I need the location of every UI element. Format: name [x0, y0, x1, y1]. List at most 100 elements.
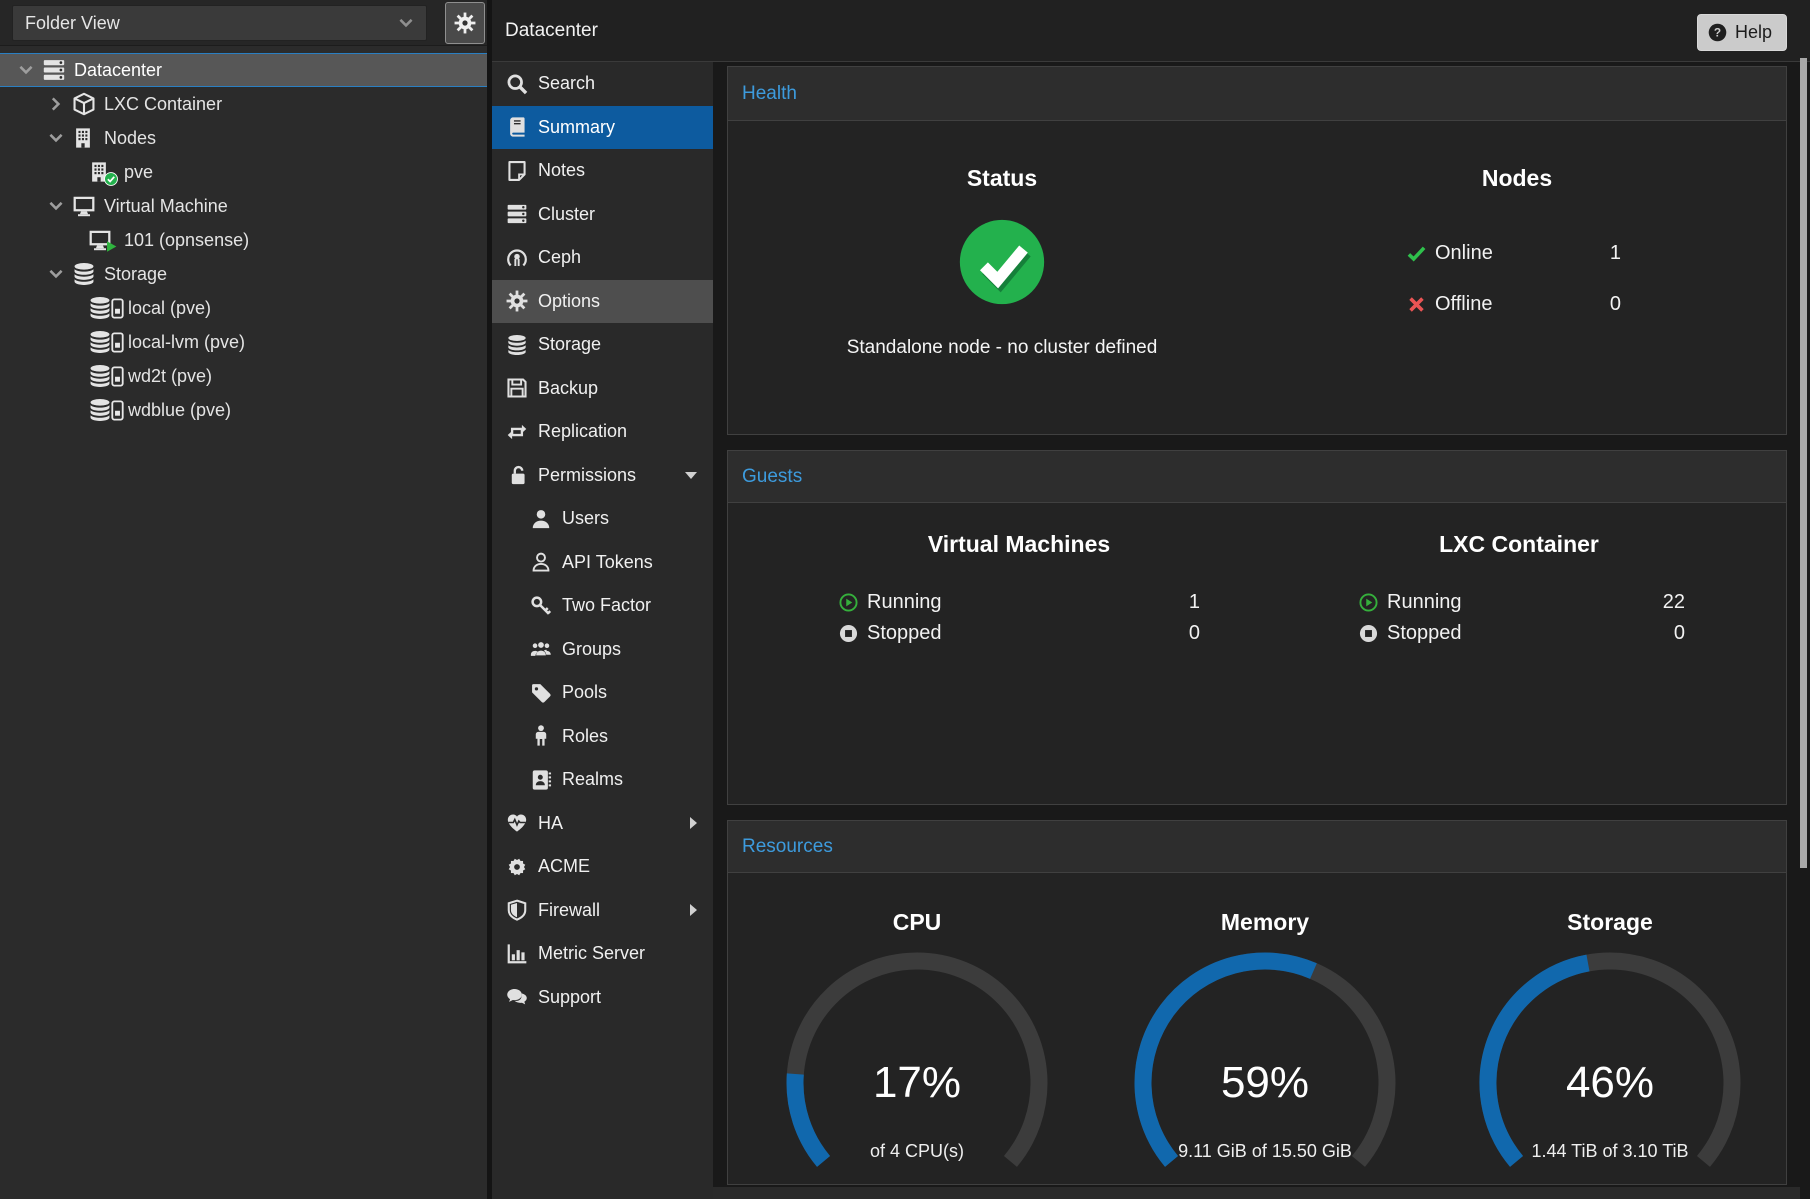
menu-item-label: Roles — [562, 726, 608, 747]
horizontal-scrollbar-track[interactable] — [713, 1187, 1800, 1199]
cpu-gauge-column: CPU 17% of 4 CPU(s) — [761, 873, 1073, 1184]
tree-item-label: Virtual Machine — [104, 196, 228, 217]
menu-item-realms[interactable]: Realms — [492, 758, 713, 802]
vm-stopped-row: Stopped 0 — [839, 620, 1200, 647]
drive-icon — [111, 332, 124, 353]
chevron-down-icon — [685, 472, 697, 479]
help-button-label: Help — [1735, 22, 1772, 43]
menu-item-label: Summary — [538, 117, 615, 138]
cpu-title: CPU — [761, 909, 1073, 935]
tree-item-label: local-lvm (pve) — [128, 332, 245, 353]
menu-item-options[interactable]: Options — [492, 280, 713, 324]
tree-item-storage-local[interactable]: local (pve) — [0, 291, 487, 325]
tree-item-label: wdblue (pve) — [128, 400, 231, 421]
tree-item-virtual-machine[interactable]: Virtual Machine — [0, 189, 487, 223]
tree-item-nodes[interactable]: Nodes — [0, 121, 487, 155]
menu-item-api-tokens[interactable]: API Tokens — [492, 541, 713, 585]
cpu-gauge: 17% of 4 CPU(s) — [767, 947, 1067, 1187]
menu-item-cluster[interactable]: Cluster — [492, 193, 713, 237]
menu-item-permissions[interactable]: Permissions — [492, 454, 713, 498]
chart-bar-icon — [506, 943, 528, 965]
tree-item-label: Storage — [104, 264, 167, 285]
storage-gauge-column: Storage 46% 1.44 TiB of 3.10 TiB — [1454, 873, 1766, 1184]
chevron-right-icon[interactable] — [48, 96, 64, 112]
cpu-percent: 17% — [767, 1055, 1067, 1111]
tree-item-storage-local-lvm[interactable]: local-lvm (pve) — [0, 325, 487, 359]
menu-item-support[interactable]: Support — [492, 976, 713, 1020]
menu-item-label: Groups — [562, 639, 621, 660]
chevron-down-icon[interactable] — [48, 266, 64, 282]
menu-item-summary[interactable]: Summary — [492, 106, 713, 150]
tree-item-storage[interactable]: Storage — [0, 257, 487, 291]
menu-item-label: Pools — [562, 682, 607, 703]
menu-item-metric-server[interactable]: Metric Server — [492, 932, 713, 976]
menu-item-groups[interactable]: Groups — [492, 628, 713, 672]
menu-item-label: Storage — [538, 334, 601, 355]
menu-item-replication[interactable]: Replication — [492, 410, 713, 454]
users-icon — [530, 638, 552, 660]
menu-item-label: Two Factor — [562, 595, 651, 616]
menu-item-backup[interactable]: Backup — [492, 367, 713, 411]
menu-item-acme[interactable]: ACME — [492, 845, 713, 889]
menu-item-ha[interactable]: HA — [492, 802, 713, 846]
tree-item-storage-wd2t[interactable]: wd2t (pve) — [0, 359, 487, 393]
database-icon — [88, 330, 112, 354]
tree-item-label: Nodes — [104, 128, 156, 149]
memory-percent: 59% — [1115, 1055, 1415, 1111]
database-icon — [506, 334, 528, 356]
menu-item-label: Metric Server — [538, 943, 645, 964]
stop-circle-icon — [839, 624, 858, 643]
menu-item-firewall[interactable]: Firewall — [492, 889, 713, 933]
tree-item-datacenter[interactable]: Datacenter — [0, 53, 487, 87]
resource-tree: Datacenter LXC Container Nodes pve — [0, 46, 487, 427]
menu-item-notes[interactable]: Notes — [492, 149, 713, 193]
menu-item-storage[interactable]: Storage — [492, 323, 713, 367]
view-mode-select[interactable]: Folder View — [12, 5, 427, 41]
play-circle-icon — [839, 593, 858, 612]
tree-item-lxc-container[interactable]: LXC Container — [0, 87, 487, 121]
chevron-right-icon — [690, 817, 697, 829]
tree-item-storage-wdblue[interactable]: wdblue (pve) — [0, 393, 487, 427]
menu-item-label: Firewall — [538, 900, 600, 921]
chevron-down-icon[interactable] — [18, 62, 34, 78]
chevron-down-icon[interactable] — [48, 130, 64, 146]
proxmox-app: Folder View Datacenter LXC Container N — [0, 0, 1810, 1199]
lxc-running-row: Running 22 — [1359, 589, 1685, 616]
guests-panel-body: Virtual Machines LXC Container Running 1… — [728, 503, 1786, 804]
running-label: Running — [1387, 591, 1462, 614]
menu-item-roles[interactable]: Roles — [492, 715, 713, 759]
chevron-down-icon[interactable] — [48, 198, 64, 214]
vertical-scrollbar-thumb[interactable] — [1800, 58, 1807, 868]
menu-item-label: Options — [538, 291, 600, 312]
help-button[interactable]: Help — [1697, 14, 1787, 51]
note-icon — [506, 160, 528, 182]
menu-item-search[interactable]: Search — [492, 62, 713, 106]
menu-item-label: Users — [562, 508, 609, 529]
resources-panel: Resources CPU 17% of 4 CPU(s) Memory — [727, 820, 1787, 1185]
nodes-column-title: Nodes — [1367, 165, 1667, 191]
book-icon — [506, 116, 528, 138]
menu-item-label: ACME — [538, 856, 590, 877]
database-icon — [88, 296, 112, 320]
storage-title: Storage — [1454, 909, 1766, 935]
menu-item-label: Cluster — [538, 204, 595, 225]
offline-label: Offline — [1435, 293, 1492, 316]
resource-tree-panel: Folder View Datacenter LXC Container N — [0, 0, 492, 1199]
heartbeat-icon — [506, 812, 528, 834]
menu-item-users[interactable]: Users — [492, 497, 713, 541]
tree-item-pve[interactable]: pve — [0, 155, 487, 189]
tree-item-vm-101[interactable]: 101 (opnsense) — [0, 223, 487, 257]
cluster-status-column: Status Standalone node - no cluster defi… — [728, 121, 1276, 434]
floppy-icon — [506, 377, 528, 399]
chevron-right-icon — [690, 904, 697, 916]
tree-settings-button[interactable] — [445, 2, 485, 44]
menu-item-label: Search — [538, 73, 595, 94]
nodes-online-row: Online 1 — [1407, 240, 1621, 266]
drive-icon — [111, 400, 124, 421]
shield-icon — [506, 899, 528, 921]
storage-percent: 46% — [1460, 1055, 1760, 1111]
menu-item-pools[interactable]: Pools — [492, 671, 713, 715]
menu-item-ceph[interactable]: Ceph — [492, 236, 713, 280]
menu-item-two-factor[interactable]: Two Factor — [492, 584, 713, 628]
offline-count: 0 — [1610, 293, 1621, 316]
